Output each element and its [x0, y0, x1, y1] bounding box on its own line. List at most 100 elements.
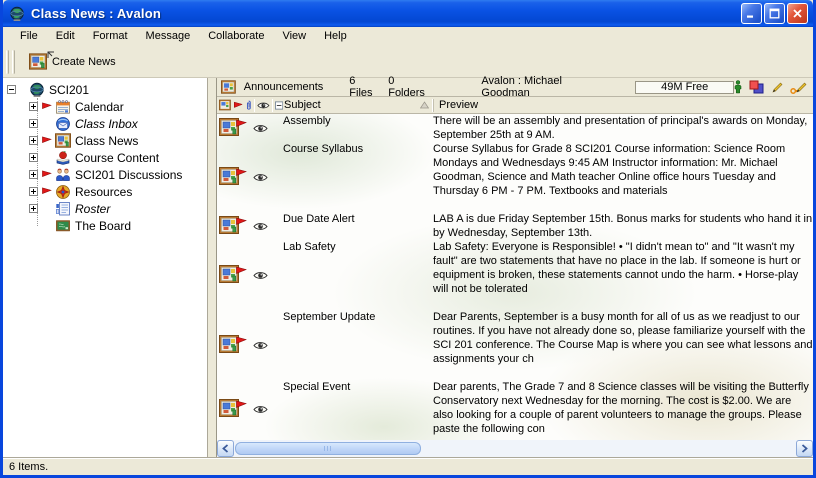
tree-item[interactable]: Class News — [3, 132, 207, 149]
free-space-indicator: 49M Free — [635, 81, 734, 94]
flag-column-icon[interactable] — [233, 101, 243, 110]
scroll-left-button[interactable] — [217, 440, 234, 457]
toolbar-grip[interactable] — [6, 50, 9, 74]
menu-view[interactable]: View — [273, 28, 315, 45]
status-bar: 6 Items. — [3, 457, 813, 475]
column-divider — [254, 99, 255, 112]
toolbar-grip[interactable] — [12, 50, 15, 74]
tree-item-label: SCI201 Discussions — [75, 168, 182, 182]
read-eye-icon — [253, 341, 268, 350]
collapse-all-icon[interactable] — [275, 101, 283, 110]
message-row[interactable]: Due Date Alert LAB A is due Friday Septe… — [217, 212, 813, 240]
message-row[interactable]: Course Syllabus Course Syllabus for Grad… — [217, 142, 813, 212]
message-preview: There will be an assembly and presentati… — [433, 114, 813, 142]
message-pane: Announcements 6 Files 0 Folders Avalon :… — [216, 78, 813, 457]
conference-tree: SCI201 Calendar Class Inbox Class News C… — [3, 78, 208, 457]
create-news-button[interactable]: Create News — [23, 51, 122, 72]
tree-item-label: Resources — [75, 185, 132, 199]
scrollbar-thumb[interactable] — [235, 442, 421, 455]
expand-box[interactable] — [29, 204, 38, 213]
expand-box[interactable] — [29, 187, 38, 196]
expand-box[interactable] — [29, 153, 38, 162]
subject-column-label: Subject — [284, 99, 321, 111]
scroll-right-button[interactable] — [796, 440, 813, 457]
close-button[interactable] — [787, 3, 808, 24]
message-row-icons — [217, 114, 283, 142]
toolbar: Create News — [3, 46, 813, 78]
menu-file[interactable]: File — [11, 28, 47, 45]
message-preview: LAB A is due Friday September 15th. Bonu… — [433, 212, 813, 240]
course-content-icon — [55, 150, 71, 166]
menu-help[interactable]: Help — [315, 28, 356, 45]
expand-box[interactable] — [29, 170, 38, 179]
item-type-column-icon[interactable] — [219, 99, 231, 111]
edit-pencil-icon[interactable] — [771, 81, 783, 94]
tree-item-label: Course Content — [75, 151, 159, 165]
tree-item[interactable]: Roster — [3, 200, 207, 217]
pane-info-header: Announcements 6 Files 0 Folders Avalon :… — [217, 78, 813, 97]
preview-column-label: Preview — [439, 99, 478, 111]
message-subject: Special Event — [283, 380, 433, 438]
tree-item[interactable]: Resources — [3, 183, 207, 200]
create-news-icon — [29, 53, 47, 70]
user-presence-icon[interactable] — [734, 80, 742, 94]
inbox-icon — [55, 116, 71, 132]
subject-column-header[interactable]: Subject — [283, 99, 433, 111]
tree-item[interactable]: Class Inbox — [3, 115, 207, 132]
tree-item[interactable]: The Board — [3, 217, 207, 234]
pane-splitter[interactable] — [208, 78, 216, 457]
tree-item-label: Class Inbox — [75, 117, 138, 131]
menu-message[interactable]: Message — [137, 28, 200, 45]
message-preview: Dear Parents, September is a busy month … — [433, 310, 813, 380]
free-space-value: 49M Free — [661, 81, 708, 93]
minimize-button[interactable] — [741, 3, 762, 24]
tree-item[interactable]: Calendar — [3, 98, 207, 115]
tree-item-root[interactable]: SCI201 — [3, 81, 207, 98]
discussions-icon — [55, 167, 71, 183]
protected-edit-icon[interactable] — [790, 81, 807, 94]
tree-item-label: Calendar — [75, 100, 124, 114]
unread-flag-icon — [41, 187, 53, 196]
tree-item-label: Class News — [75, 134, 138, 148]
server-account: Avalon : Michael Goodman — [481, 75, 611, 99]
preview-column-header[interactable]: Preview — [433, 99, 813, 112]
tree-item-label: The Board — [75, 219, 131, 233]
menu-bar: File Edit Format Message Collaborate Vie… — [3, 27, 813, 46]
read-eye-icon — [253, 173, 268, 182]
message-row[interactable]: Special Event Dear parents, The Grade 7 … — [217, 380, 813, 438]
expand-box[interactable] — [29, 136, 38, 145]
read-status-column-icon[interactable] — [257, 101, 270, 110]
new-item-mark-icon — [47, 51, 55, 59]
message-list: Assembly There will be an assembly and p… — [217, 114, 813, 440]
message-row[interactable]: Assembly There will be an assembly and p… — [217, 114, 813, 142]
horizontal-scrollbar[interactable] — [217, 440, 813, 457]
collapse-box[interactable] — [7, 85, 16, 94]
create-news-label: Create News — [52, 56, 116, 68]
news-icon — [55, 133, 71, 149]
maximize-button[interactable] — [764, 3, 785, 24]
layers-icon[interactable] — [749, 80, 764, 94]
unread-flag-icon — [41, 136, 53, 145]
tree-item[interactable]: SCI201 Discussions — [3, 166, 207, 183]
message-row-icons — [217, 240, 283, 310]
message-row[interactable]: Lab Safety Lab Safety: Everyone is Respo… — [217, 240, 813, 310]
message-row-icons — [217, 212, 283, 240]
message-subject: Assembly — [283, 114, 433, 142]
expand-box[interactable] — [29, 119, 38, 128]
message-row[interactable]: September Update Dear Parents, September… — [217, 310, 813, 380]
announcements-icon — [221, 80, 236, 94]
attachment-column-icon[interactable] — [245, 99, 252, 112]
message-subject: Due Date Alert — [283, 212, 433, 240]
column-divider — [272, 99, 273, 112]
item-count: 6 Items. — [9, 461, 48, 473]
window-title: Class News : Avalon — [31, 6, 161, 21]
expand-box[interactable] — [29, 102, 38, 111]
menu-format[interactable]: Format — [84, 28, 137, 45]
message-preview: Dear parents, The Grade 7 and 8 Science … — [433, 380, 813, 438]
menu-edit[interactable]: Edit — [47, 28, 84, 45]
tree-item[interactable]: Course Content — [3, 149, 207, 166]
menu-collaborate[interactable]: Collaborate — [199, 28, 273, 45]
read-eye-icon — [253, 124, 268, 133]
unread-flag-icon — [235, 168, 247, 178]
title-bar: Class News : Avalon — [3, 0, 813, 27]
